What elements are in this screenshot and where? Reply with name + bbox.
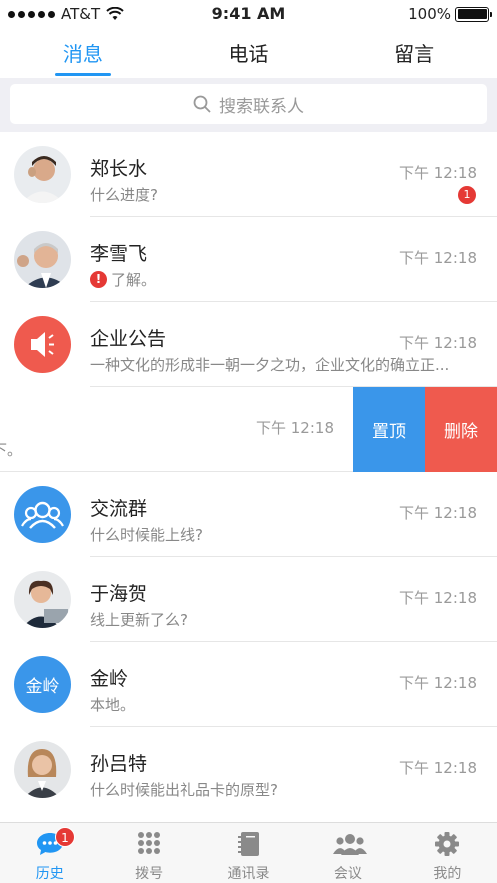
tab-messages[interactable]: 消息 — [33, 28, 133, 78]
preview-text: 什么进度? — [90, 186, 158, 204]
preview-text: 去处理下。 — [0, 441, 23, 459]
bottom-tab-bar: 1 历史 拨号 通讯录 会议 我的 — [0, 822, 497, 883]
search-placeholder: 搜索联系人 — [219, 96, 304, 117]
delete-button[interactable]: 删除 — [425, 387, 497, 472]
preview-text: 什么时候能出礼品卡的原型? — [90, 781, 278, 799]
conversation-row[interactable]: 企业公告 一种文化的形成非一朝一夕之功，企业文化的确立正... 下午 12:18 — [0, 302, 497, 387]
group-icon — [21, 501, 64, 529]
conversation-row-swiped[interactable]: 鹏 去处理下。 下午 12:18 置顶 删除 — [0, 387, 497, 472]
avatar-text: 金岭 — [25, 677, 60, 697]
message-preview: 本地。 — [90, 694, 135, 715]
contact-name: 交流群 — [90, 498, 148, 520]
message-time: 下午 12:18 — [399, 249, 477, 267]
status-bar: AT&T 9:41 AM 100% — [0, 0, 497, 28]
conversation-row[interactable]: 于海贺 线上更新了么? 下午 12:18 — [0, 557, 497, 642]
preview-text: 什么时候能上线? — [90, 526, 203, 544]
avatar — [14, 741, 71, 798]
message-preview: ! 了解。 — [90, 269, 156, 290]
tab-history[interactable]: 1 历史 — [0, 823, 99, 883]
message-time: 下午 12:18 — [399, 504, 477, 522]
history-badge: 1 — [55, 827, 75, 847]
preview-text: 一种文化的形成非一朝一夕之功，企业文化的确立正... — [90, 356, 450, 374]
tab-label: 会议 — [333, 866, 362, 882]
avatar — [14, 146, 71, 203]
message-preview: 什么时候能出礼品卡的原型? — [90, 779, 278, 800]
conversation-row[interactable]: 金岭 金岭 本地。 下午 12:18 — [0, 642, 497, 727]
tab-label: 通讯录 — [227, 866, 270, 882]
message-preview: 一种文化的形成非一朝一夕之功，企业文化的确立正... — [90, 354, 449, 375]
tab-dialpad[interactable]: 拨号 — [99, 823, 198, 883]
tab-contacts[interactable]: 通讯录 — [199, 823, 298, 883]
group-icon — [332, 831, 367, 857]
group-avatar — [14, 486, 71, 543]
contact-name: 孙吕特 — [90, 753, 148, 775]
conversation-row[interactable]: 交流群 什么时候能上线? 下午 12:18 — [0, 472, 497, 557]
conversation-row[interactable]: 郑长水 什么进度? 下午 12:18 1 — [0, 132, 497, 217]
avatar — [14, 231, 71, 288]
message-preview: 什么时候能上线? — [90, 524, 203, 545]
battery-info: 100% — [408, 5, 492, 23]
top-tabs: 消息 电话 留言 — [0, 28, 497, 78]
text-avatar: 金岭 — [14, 656, 71, 713]
tab-label: 我的 — [433, 866, 462, 882]
conversation-row[interactable]: 孙吕特 什么时候能出礼品卡的原型? 下午 12:18 — [0, 727, 497, 812]
unread-badge: 1 — [458, 186, 476, 204]
contact-name: 李雪飞 — [90, 243, 148, 265]
preview-text: 了解。 — [111, 271, 157, 289]
message-time: 下午 12:18 — [256, 419, 334, 437]
message-time: 下午 12:18 — [399, 334, 477, 352]
tab-label: 拨号 — [135, 866, 164, 882]
message-time: 下午 12:18 — [399, 164, 477, 182]
contact-name: 企业公告 — [90, 328, 167, 350]
contact-name: 金岭 — [90, 668, 129, 690]
tab-meetings[interactable]: 会议 — [298, 823, 397, 883]
message-preview: 线上更新了么? — [90, 609, 188, 630]
dialpad-icon — [134, 831, 164, 857]
preview-text: 本地。 — [90, 696, 136, 714]
tab-label: 历史 — [35, 866, 64, 882]
battery-percent: 100% — [408, 5, 451, 23]
send-failed-icon[interactable]: ! — [90, 271, 107, 288]
gear-icon — [432, 831, 462, 857]
tab-voicemail[interactable]: 留言 — [364, 28, 464, 78]
conversation-list: 郑长水 什么进度? 下午 12:18 1 李雪飞 ! 了解。 下午 12:18 — [0, 132, 497, 812]
battery-icon — [455, 6, 492, 22]
message-time: 下午 12:18 — [399, 759, 477, 777]
search-area: 搜索联系人 — [0, 78, 497, 132]
tab-me[interactable]: 我的 — [398, 823, 497, 883]
conversation-row[interactable]: 李雪飞 ! 了解。 下午 12:18 — [0, 217, 497, 302]
search-icon — [193, 95, 211, 113]
tab-calls[interactable]: 电话 — [198, 28, 298, 78]
message-preview: 去处理下。 — [0, 439, 22, 460]
contacts-book-icon — [234, 831, 264, 857]
message-time: 下午 12:18 — [399, 589, 477, 607]
megaphone-icon — [31, 332, 54, 357]
pin-button[interactable]: 置顶 — [353, 387, 425, 472]
preview-text: 线上更新了么? — [90, 611, 188, 629]
contact-name: 郑长水 — [90, 158, 148, 180]
message-preview: 什么进度? — [90, 184, 158, 205]
avatar — [14, 571, 71, 628]
contact-name: 于海贺 — [90, 583, 148, 605]
announcement-avatar — [14, 316, 71, 373]
search-input[interactable]: 搜索联系人 — [10, 84, 487, 124]
message-time: 下午 12:18 — [399, 674, 477, 692]
